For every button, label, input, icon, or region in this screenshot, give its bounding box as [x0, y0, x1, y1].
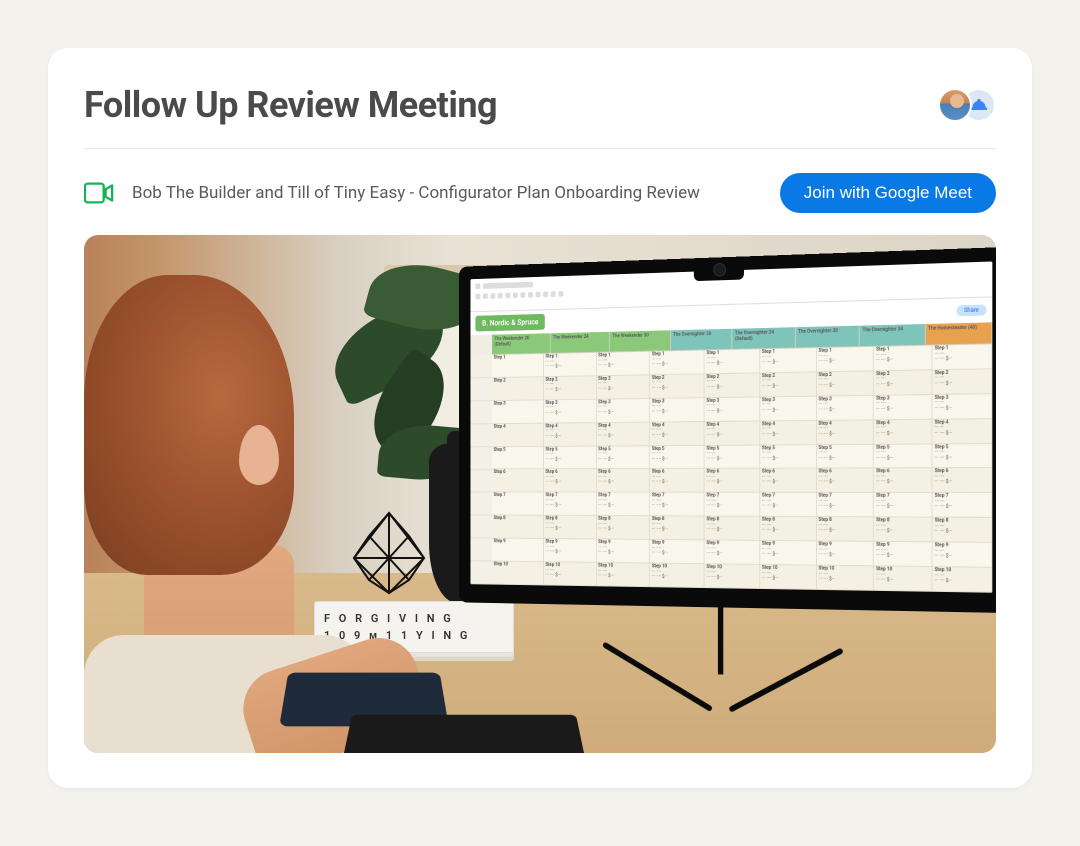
- active-cell-value: B. Nordic & Spruce: [475, 314, 545, 332]
- col-header: The Weekender 20 (Default): [492, 333, 550, 355]
- meeting-left: Bob The Builder and Till of Tiny Easy - …: [84, 182, 700, 204]
- video-icon: [84, 182, 114, 204]
- join-meet-button[interactable]: Join with Google Meet: [780, 173, 996, 213]
- page-title: Follow Up Review Meeting: [84, 84, 497, 126]
- sheet-body: Step 1Step 1··· ······· ···· $···Step 1·…: [470, 344, 992, 592]
- avatar-user[interactable]: [938, 88, 972, 122]
- col-header: The Overnighter 30: [795, 326, 859, 349]
- meeting-photo: F O R G I V I N G 1 0 9 ᴍ 1 1 Y I N G: [84, 235, 996, 753]
- col-header: The Weekender 30: [610, 330, 671, 352]
- card-header: Follow Up Review Meeting: [84, 84, 996, 149]
- keyboard: [344, 715, 584, 753]
- monitor: B. Nordic & Spruce Share The Weekender 2…: [459, 247, 996, 723]
- col-header: The Overnighter 34: [860, 324, 926, 347]
- col-header: The Overnighter 24 (Default): [732, 327, 795, 350]
- monitor-bezel: B. Nordic & Spruce Share The Weekender 2…: [459, 247, 996, 613]
- col-header: The Overnighter 20: [670, 329, 732, 351]
- attendee-avatars: [948, 88, 996, 122]
- meeting-description: Bob The Builder and Till of Tiny Easy - …: [132, 183, 700, 203]
- meeting-info-row: Bob The Builder and Till of Tiny Easy - …: [84, 149, 996, 235]
- monitor-stand: [589, 596, 858, 718]
- hard-hat-icon: [969, 95, 989, 115]
- col-header: The Homesteader (40): [925, 322, 992, 345]
- spreadsheet-screen: B. Nordic & Spruce Share The Weekender 2…: [470, 261, 992, 592]
- share-button: Share: [956, 305, 986, 317]
- webcam: [693, 256, 743, 281]
- meeting-card: Follow Up Review Meeting Bob The Builder…: [48, 48, 1032, 788]
- col-header: The Weekender 24: [550, 332, 609, 354]
- geometric-sculpture: [334, 508, 444, 598]
